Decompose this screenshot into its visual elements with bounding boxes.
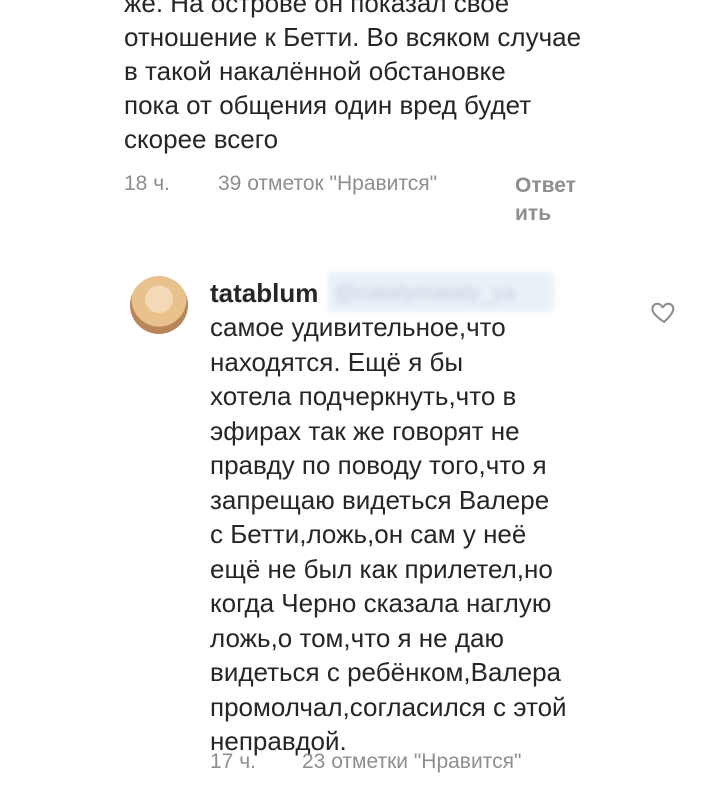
- comment-timestamp: 18 ч.: [124, 172, 170, 195]
- comment-username[interactable]: tatablum: [210, 278, 318, 309]
- comment-text: же. На острове он показал свое отношение…: [124, 0, 582, 154]
- avatar[interactable]: [130, 276, 188, 334]
- comment-likes-count[interactable]: 23 отметки "Нравится": [302, 750, 521, 774]
- mention-text: @natalymataly_ya: [334, 280, 516, 305]
- comment-timestamp: 17 ч.: [210, 750, 256, 773]
- reply-button[interactable]: Ответ ить: [515, 172, 595, 228]
- comments-screen: же. На острове он показал свое отношение…: [0, 0, 720, 803]
- comment-text: самое удивительное,что находятся. Ещё я …: [210, 312, 567, 756]
- blurred-mention[interactable]: @natalymataly_ya: [328, 272, 554, 312]
- comment-likes-count[interactable]: 39 отметок "Нравится": [218, 172, 437, 196]
- heart-outline-icon[interactable]: [650, 298, 678, 326]
